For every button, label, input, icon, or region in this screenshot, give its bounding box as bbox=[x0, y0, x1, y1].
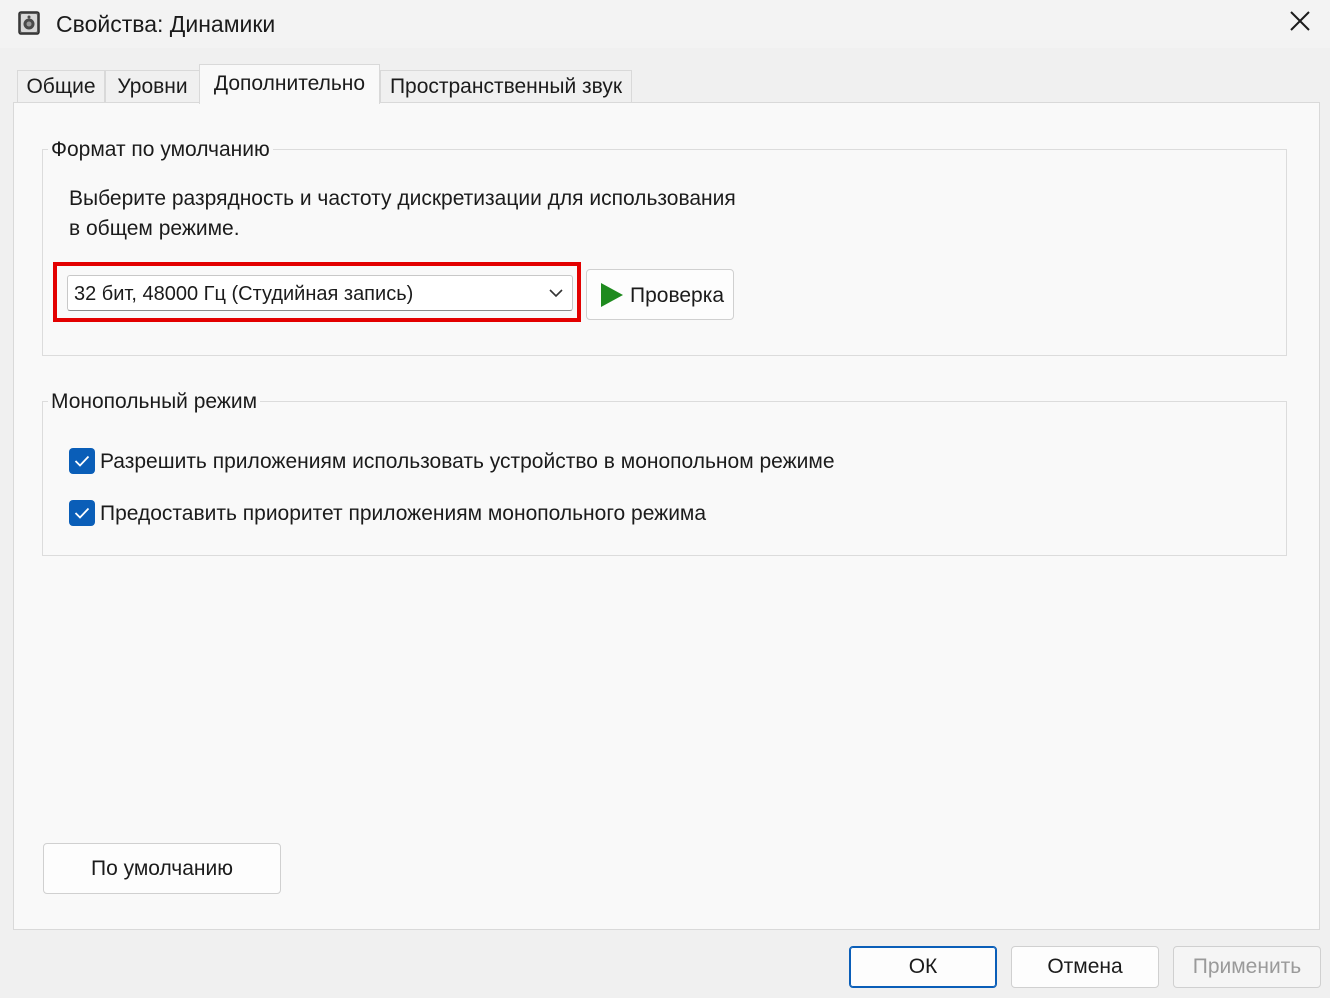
tab-advanced[interactable]: Дополнительно bbox=[199, 64, 380, 104]
tab-spatial-sound[interactable]: Пространственный звук bbox=[380, 70, 632, 102]
apply-button[interactable]: Применить bbox=[1173, 946, 1321, 988]
test-button-label: Проверка bbox=[630, 284, 725, 307]
exclusive-mode-title: Монопольный режим bbox=[48, 389, 261, 415]
window-title: Свойства: Динамики bbox=[56, 11, 276, 37]
play-icon bbox=[599, 282, 625, 308]
checkmark-icon bbox=[74, 507, 90, 519]
allow-exclusive-checkbox[interactable] bbox=[69, 448, 95, 474]
exclusive-priority-checkbox[interactable] bbox=[69, 500, 95, 526]
exclusive-mode-group bbox=[42, 401, 1287, 556]
test-button[interactable]: Проверка bbox=[586, 269, 734, 320]
tab-general[interactable]: Общие bbox=[17, 70, 105, 102]
close-icon bbox=[1289, 10, 1311, 37]
title-bar: Свойства: Динамики bbox=[0, 0, 1330, 48]
restore-defaults-button[interactable]: По умолчанию bbox=[43, 843, 281, 894]
close-button[interactable] bbox=[1270, 0, 1330, 46]
chevron-down-icon bbox=[548, 286, 564, 300]
sound-properties-dialog: Свойства: Динамики Общие Уровни Дополнит… bbox=[0, 0, 1330, 998]
format-description-line1: Выберите разрядность и частоту дискретиз… bbox=[69, 187, 736, 210]
default-format-group bbox=[42, 149, 1287, 356]
speaker-icon bbox=[18, 11, 40, 35]
cancel-button[interactable]: Отмена bbox=[1011, 946, 1159, 988]
checkmark-icon bbox=[74, 455, 90, 467]
allow-exclusive-label[interactable]: Разрешить приложениям использовать устро… bbox=[100, 448, 835, 476]
format-dropdown[interactable]: 32 бит, 48000 Гц (Студийная запись) bbox=[67, 275, 573, 311]
exclusive-priority-label[interactable]: Предоставить приоритет приложениям моноп… bbox=[100, 500, 706, 528]
ok-button[interactable]: ОК bbox=[849, 946, 997, 988]
default-format-title: Формат по умолчанию bbox=[48, 137, 273, 163]
tab-levels[interactable]: Уровни bbox=[105, 70, 200, 102]
format-description-line2: в общем режиме. bbox=[69, 217, 240, 240]
format-dropdown-value: 32 бит, 48000 Гц (Студийная запись) bbox=[74, 283, 414, 305]
